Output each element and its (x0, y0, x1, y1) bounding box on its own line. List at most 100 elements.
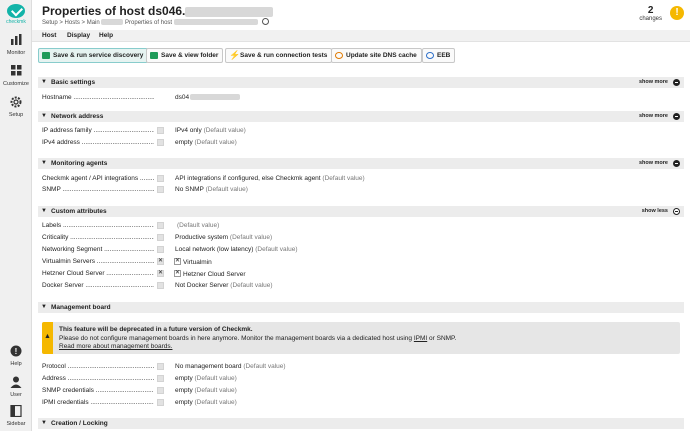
menu-display[interactable]: Display (67, 32, 90, 39)
field-label: Protocol ...............................… (42, 363, 154, 370)
row-ipv4-address: IPv4 address ...........................… (42, 138, 682, 148)
section-creation-locking[interactable]: ▼ Creation / Locking (38, 418, 684, 429)
override-checkbox[interactable] (157, 246, 164, 253)
row-checkmk-agent: Checkmk agent / API integrations .......… (42, 174, 682, 184)
help-icon: ! (10, 345, 22, 357)
field-label: SNMP ...................................… (42, 186, 154, 193)
section-management-board[interactable]: ▼ Management board (38, 302, 684, 313)
override-checkbox[interactable] (157, 222, 164, 229)
collapse-triangle-icon[interactable]: ▼ (41, 304, 47, 310)
sidebar-item-user[interactable]: User (0, 376, 32, 398)
collapse-triangle-icon[interactable]: ▼ (41, 420, 47, 426)
section-title: Management board (51, 304, 111, 311)
show-more-link[interactable]: show more (639, 79, 668, 85)
menu-host[interactable]: Host (42, 32, 56, 39)
field-value: IPv4 only (Default value) (175, 127, 246, 134)
section-basic-settings[interactable]: ▼ Basic settings show more (38, 77, 684, 88)
button-label: Save & view folder (161, 52, 219, 59)
override-checkbox[interactable] (157, 269, 164, 277)
section-custom-attributes[interactable]: ▼ Custom attributes show less (38, 206, 684, 217)
sidebar-item-label: Monitor (6, 50, 26, 56)
row-ipmi-credentials: IPMI credentials .......................… (42, 398, 682, 408)
sidebar: checkmk Monitor Customize Setup ! Help U (0, 0, 32, 431)
redacted-hostname-value (190, 94, 241, 101)
hostname-value[interactable]: ds04 (175, 94, 241, 101)
value-checkbox[interactable] (174, 269, 181, 277)
field-value: Virtualmin (174, 257, 212, 266)
show-more-icon[interactable] (673, 160, 680, 167)
sidebar-panel-icon (10, 404, 22, 418)
override-checkbox[interactable] (157, 387, 164, 394)
checkmk-logo[interactable]: checkmk (5, 4, 27, 25)
row-snmp: SNMP ...................................… (42, 185, 682, 195)
section-title: Monitoring agents (51, 160, 108, 167)
update-dns-button[interactable]: Update site DNS cache (331, 48, 422, 63)
sidebar-item-label: Customize (3, 81, 29, 87)
collapse-icon[interactable] (262, 18, 270, 25)
field-label: IP address family ......................… (42, 127, 154, 134)
sidebar-item-setup[interactable]: Setup (0, 96, 32, 118)
sidebar-item-customize[interactable]: Customize (0, 65, 32, 87)
save-run-tests-button[interactable]: ⚡ Save & run connection tests (225, 48, 333, 63)
field-label: Networking Segment .....................… (42, 246, 154, 253)
field-label: Labels .................................… (42, 222, 154, 229)
ipmi-link[interactable]: IPMI (414, 335, 427, 342)
show-more-link[interactable]: show more (639, 113, 668, 119)
field-label: Virtualmin Servers .....................… (42, 258, 154, 265)
breadcrumb-path[interactable]: Setup > Hosts > Main (42, 20, 100, 26)
page-header: Properties of host ds046. Setup > Hosts … (32, 0, 690, 30)
show-more-link[interactable]: show more (639, 160, 668, 166)
section-title: Creation / Locking (51, 420, 108, 427)
save-icon (42, 52, 50, 59)
override-checkbox[interactable] (157, 257, 164, 265)
override-checkbox[interactable] (157, 139, 164, 146)
field-label: Checkmk agent / API integrations .......… (42, 175, 154, 182)
show-less-icon[interactable] (673, 208, 680, 215)
override-checkbox[interactable] (157, 234, 164, 241)
show-more-icon[interactable] (673, 113, 680, 120)
override-checkbox[interactable] (157, 282, 164, 289)
override-checkbox[interactable] (157, 363, 164, 370)
field-label: Docker Server ..........................… (42, 282, 154, 289)
sidebar-item-monitor[interactable]: Monitor (0, 34, 32, 56)
sidebar-item-sidebar[interactable]: Sidebar (0, 404, 32, 427)
collapse-triangle-icon[interactable]: ▼ (41, 79, 47, 85)
collapse-triangle-icon[interactable]: ▼ (41, 160, 47, 166)
field-label: IPMI credentials .......................… (42, 399, 154, 406)
redacted-hostname (185, 6, 274, 17)
button-label: Save & run connection tests (240, 52, 328, 59)
read-more-link[interactable]: Read more about management boards. (59, 343, 172, 350)
save-run-discovery-button[interactable]: Save & run service discovery (38, 48, 149, 63)
changes-warning-icon[interactable]: ! (670, 6, 684, 20)
field-label: Hetzner Cloud Server ...................… (42, 270, 154, 277)
field-value: (Default value) (177, 222, 220, 229)
field-label: Criticality ............................… (42, 234, 154, 241)
pending-changes[interactable]: 2 changes (639, 5, 662, 22)
field-label: Hostname ...............................… (42, 94, 154, 101)
override-checkbox[interactable] (157, 399, 164, 406)
section-title: Basic settings (51, 79, 96, 86)
button-label: Save & run service discovery (53, 52, 144, 59)
row-labels: Labels .................................… (42, 221, 682, 231)
row-criticality: Criticality ............................… (42, 233, 682, 243)
show-more-icon[interactable] (673, 79, 680, 86)
sidebar-item-help[interactable]: ! Help (0, 345, 32, 367)
field-value: Local network (low latency) (Default val… (175, 246, 298, 253)
show-less-link[interactable]: show less (642, 208, 668, 214)
field-value: No SNMP (Default value) (175, 186, 248, 193)
override-checkbox[interactable] (157, 127, 164, 134)
collapse-triangle-icon[interactable]: ▼ (41, 113, 47, 119)
section-monitoring-agents[interactable]: ▼ Monitoring agents show more (38, 158, 684, 169)
field-label: SNMP credentials .......................… (42, 387, 154, 394)
override-checkbox[interactable] (157, 375, 164, 382)
section-network-address[interactable]: ▼ Network address show more (38, 111, 684, 122)
collapse-triangle-icon[interactable]: ▼ (41, 208, 47, 214)
menu-help[interactable]: Help (99, 32, 113, 39)
save-view-folder-button[interactable]: Save & view folder (146, 48, 224, 63)
override-checkbox[interactable] (157, 186, 164, 193)
grid-icon (11, 65, 22, 76)
refresh-icon (335, 52, 343, 59)
eeb-button[interactable]: EEB (422, 48, 456, 63)
override-checkbox[interactable] (157, 175, 164, 182)
value-checkbox[interactable] (174, 257, 181, 265)
